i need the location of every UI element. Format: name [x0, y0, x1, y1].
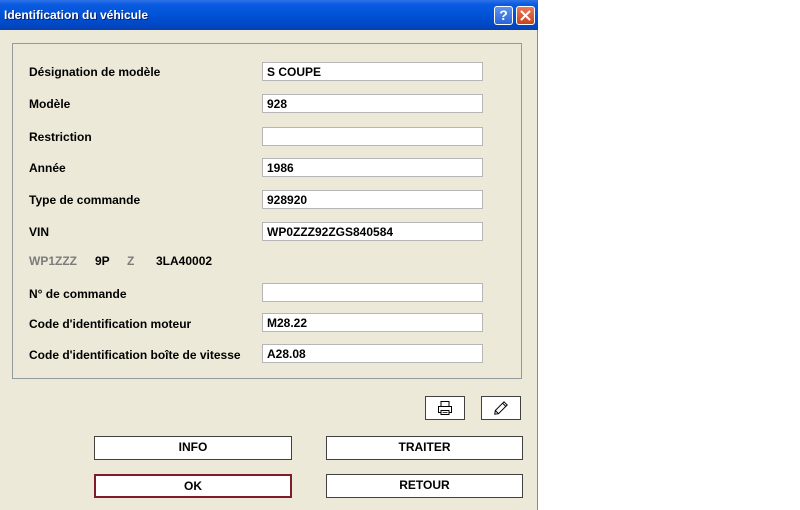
order-number-label: N° de commande: [29, 287, 127, 301]
title-bar[interactable]: Identification du véhicule ?: [0, 0, 538, 30]
print-button[interactable]: [425, 396, 465, 420]
order-number-field[interactable]: [262, 283, 483, 302]
year-field[interactable]: 1986: [262, 158, 483, 177]
help-icon: ?: [499, 7, 508, 23]
gearbox-code-label: Code d'identification boîte de vitesse: [29, 348, 241, 362]
vin-field[interactable]: WP0ZZZ92ZGS840584: [262, 222, 483, 241]
info-button[interactable]: INFO: [94, 436, 292, 460]
vin-wmi: WP1ZZZ: [29, 254, 77, 268]
traiter-button[interactable]: TRAITER: [326, 436, 523, 460]
order-type-field[interactable]: 928920: [262, 190, 483, 209]
engine-code-label: Code d'identification moteur: [29, 317, 192, 331]
close-icon: [520, 10, 531, 21]
order-type-label: Type de commande: [29, 193, 141, 207]
model-designation-field[interactable]: S COUPE: [262, 62, 483, 81]
pencil-icon: [494, 401, 508, 415]
close-button[interactable]: [516, 6, 535, 25]
gearbox-code-field[interactable]: A28.08: [262, 344, 483, 363]
model-label: Modèle: [29, 97, 71, 111]
printer-icon: [438, 401, 452, 415]
retour-button[interactable]: RETOUR: [326, 474, 523, 498]
vehicle-identification-dialog: Identification du véhicule ? Désignation…: [0, 0, 538, 510]
restriction-field[interactable]: [262, 127, 483, 146]
vin-serial: 3LA40002: [156, 254, 213, 268]
edit-button[interactable]: [481, 396, 521, 420]
model-field[interactable]: 928: [262, 94, 483, 113]
info-button-label: INFO: [178, 440, 208, 454]
restriction-label: Restriction: [29, 130, 92, 144]
vin-model-code: 9P: [95, 254, 110, 268]
year-label: Année: [29, 161, 66, 175]
traiter-button-label: TRAITER: [398, 440, 451, 454]
retour-button-label: RETOUR: [399, 478, 450, 492]
engine-code-field[interactable]: M28.22: [262, 313, 483, 332]
vin-filler: Z: [127, 254, 135, 268]
window-title: Identification du véhicule: [4, 8, 149, 22]
ok-button[interactable]: OK: [94, 474, 292, 498]
ok-button-label: OK: [184, 479, 202, 493]
vin-label: VIN: [29, 225, 50, 239]
model-designation-label: Désignation de modèle: [29, 65, 161, 79]
help-button[interactable]: ?: [494, 6, 513, 25]
